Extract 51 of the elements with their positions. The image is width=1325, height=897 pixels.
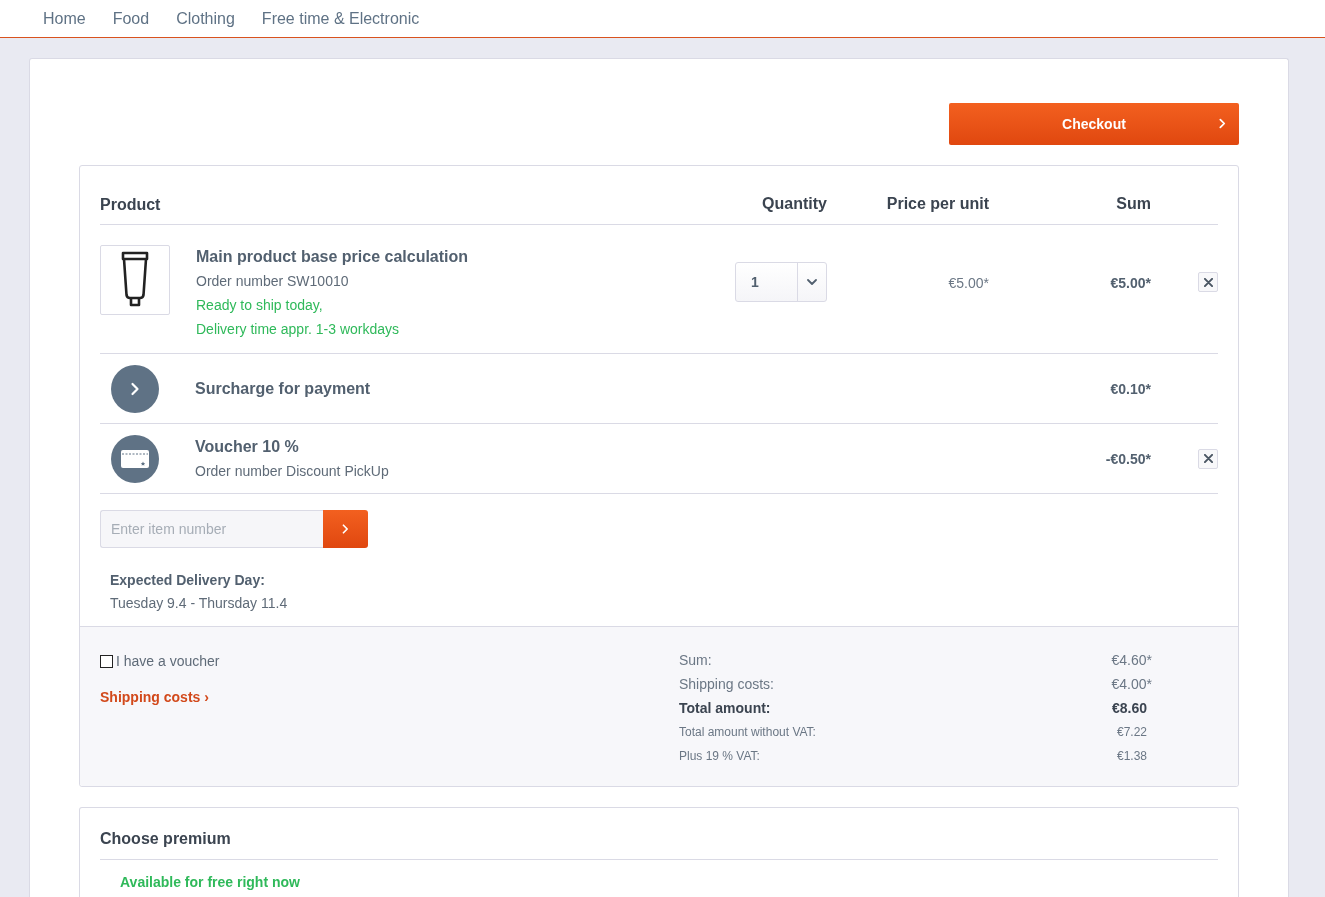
nav-link[interactable]: Free time & Electronic xyxy=(261,6,420,31)
voucher-checkbox[interactable] xyxy=(100,654,113,668)
chevron-right-icon xyxy=(111,364,159,413)
voucher-card-icon xyxy=(111,434,159,483)
tube-icon xyxy=(121,251,149,309)
remove-button[interactable] xyxy=(1198,448,1218,469)
shipping-costs-link[interactable]: Shipping costs › xyxy=(100,688,209,706)
checkout-button[interactable]: Checkout xyxy=(949,103,1239,145)
close-icon xyxy=(1203,454,1213,463)
column-header: Quantity xyxy=(762,194,827,214)
order-number: Order number Discount PickUp xyxy=(195,461,389,481)
nav-link[interactable]: Clothing xyxy=(176,6,235,31)
quantity-select[interactable]: 1 xyxy=(735,262,827,302)
delivery-info: Ready to ship today, xyxy=(196,296,323,315)
summary-label: Plus 19 % VAT: xyxy=(679,748,760,765)
summary-value: €4.60* xyxy=(1111,650,1152,670)
chevron-right-icon xyxy=(1219,118,1226,129)
delivery-label: Expected Delivery Day: xyxy=(110,571,265,590)
summary-value: €4.00* xyxy=(1111,674,1152,694)
summary-label: Total amount without VAT: xyxy=(679,724,816,741)
item-sum: €0.10* xyxy=(1110,379,1151,399)
nav-link[interactable]: Food xyxy=(112,6,150,31)
delivery-dates: Tuesday 9.4 - Thursday 11.4 xyxy=(110,594,288,613)
close-icon xyxy=(1203,277,1213,287)
chevron-right-icon xyxy=(342,524,349,534)
quantity-value: 1 xyxy=(750,272,760,292)
column-header: Price per unit xyxy=(886,194,989,214)
item-sum: €5.00* xyxy=(1110,274,1151,293)
remove-button[interactable] xyxy=(1198,272,1218,292)
order-number: Order number SW10010 xyxy=(196,272,349,291)
summary-label: Shipping costs: xyxy=(679,674,774,694)
voucher-checkbox-label: I have a voucher xyxy=(116,652,220,670)
column-header: Sum xyxy=(1116,194,1151,214)
item-number-input[interactable]: Enter item number xyxy=(100,510,323,548)
product-image[interactable] xyxy=(100,245,170,315)
column-header: Product xyxy=(100,196,161,213)
summary-value: €1.38 xyxy=(1116,748,1147,765)
availability-text: Available for free right now xyxy=(120,874,300,890)
summary-label: Total amount: xyxy=(679,698,771,718)
item-title: Surcharge for payment xyxy=(195,378,371,399)
summary-label: Sum: xyxy=(679,650,712,670)
unit-price: €5.00* xyxy=(948,274,989,293)
product-title[interactable]: Main product base price calculation xyxy=(196,245,469,269)
chevron-down-icon xyxy=(807,279,817,285)
premium-title: Choose premium xyxy=(100,830,231,847)
item-title: Voucher 10 % xyxy=(195,436,299,457)
summary-value: €8.60 xyxy=(1111,698,1147,718)
delivery-info: Delivery time appr. 1-3 workdays xyxy=(196,320,400,339)
item-sum: -€0.50* xyxy=(1105,449,1151,469)
summary-value: €7.22 xyxy=(1116,724,1147,741)
nav-link[interactable]: Home xyxy=(43,6,86,31)
